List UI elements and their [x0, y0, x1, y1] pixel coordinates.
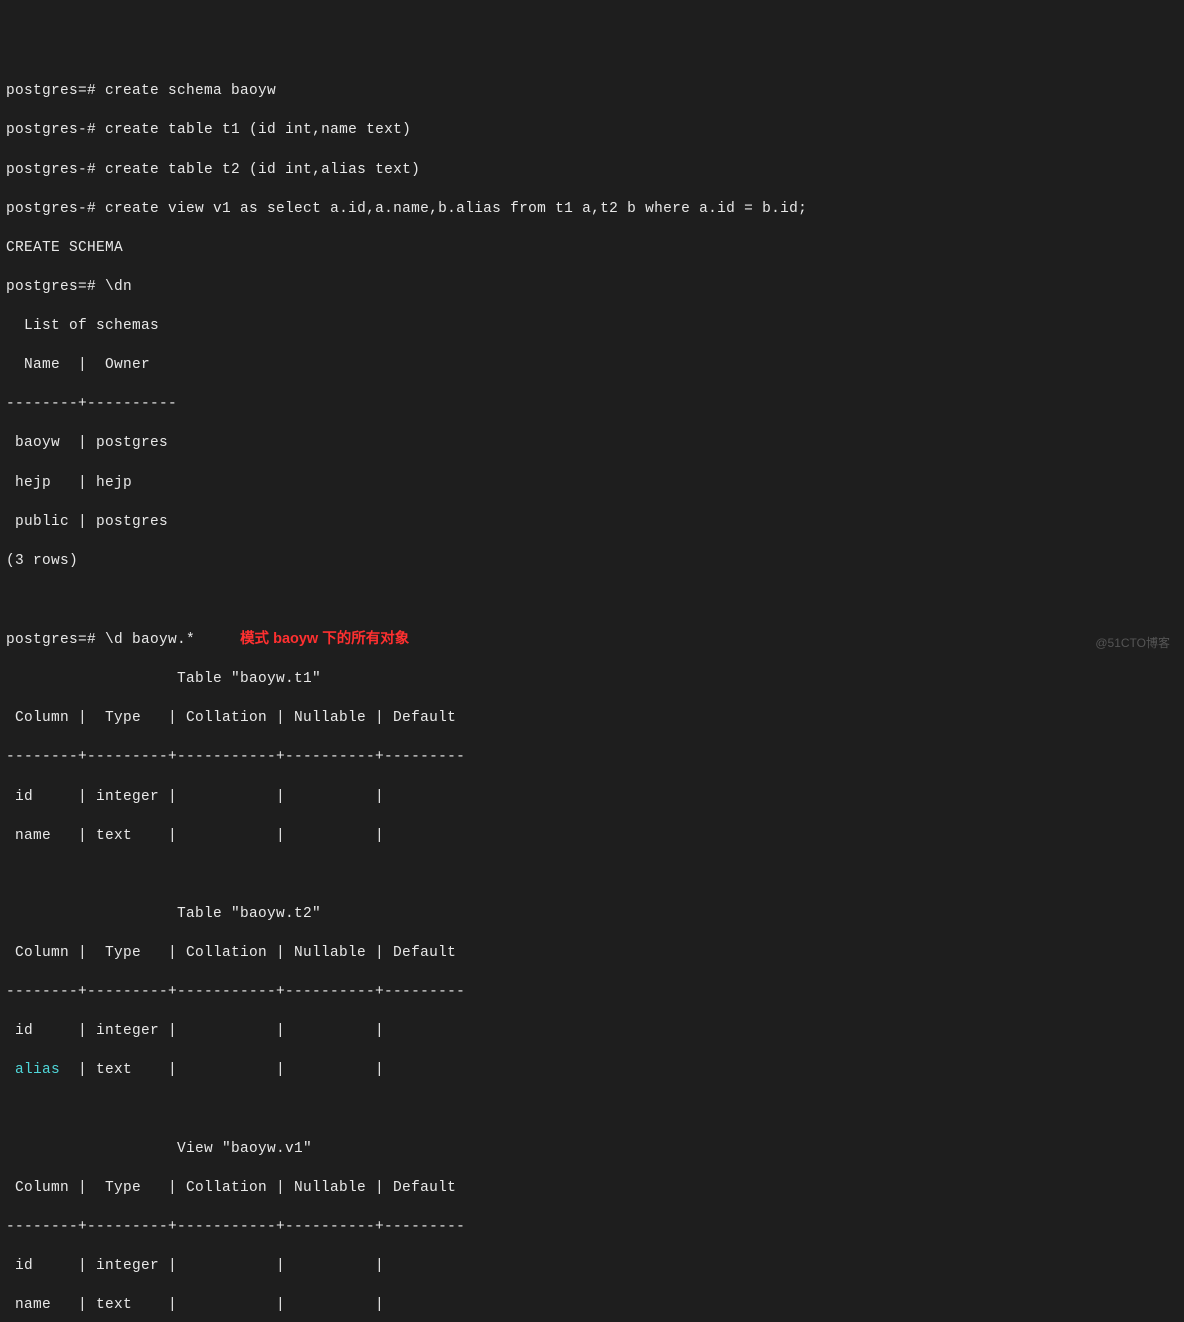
table-row: id | integer | | |	[6, 1022, 1178, 1042]
terminal-line: postgres-# create table t2 (id int,alias…	[6, 161, 1178, 181]
table-row: id | integer | | |	[6, 1257, 1178, 1277]
output-separator: --------+---------+-----------+---------…	[6, 748, 1178, 768]
output-header: Column | Type | Collation | Nullable | D…	[6, 1179, 1178, 1199]
prompt: postgres-#	[6, 162, 96, 178]
output-line: CREATE SCHEMA	[6, 239, 1178, 259]
row-count: (3 rows)	[6, 552, 1178, 572]
terminal-line: postgres-# create view v1 as select a.id…	[6, 200, 1178, 220]
blank-line	[6, 1101, 1178, 1121]
terminal-line: postgres=# \d baoyw.* 模式 baoyw 下的所有对象	[6, 630, 1178, 651]
terminal-line: postgres=# \dn	[6, 278, 1178, 298]
output-header: Column | Type | Collation | Nullable | D…	[6, 709, 1178, 729]
annotation-label: 模式 baoyw 下的所有对象	[240, 631, 409, 647]
output-separator: --------+---------+-----------+---------…	[6, 1218, 1178, 1238]
prompt: postgres=#	[6, 279, 96, 295]
sql-command: create view v1 as select a.id,a.name,b.a…	[105, 201, 807, 217]
table-row: name | text | | |	[6, 1296, 1178, 1316]
table-row: hejp | hejp	[6, 474, 1178, 494]
table-row: name | text | | |	[6, 827, 1178, 847]
output-title: Table "baoyw.t1"	[6, 670, 1178, 690]
prompt: postgres-#	[6, 122, 96, 138]
prompt: postgres=#	[6, 83, 96, 99]
column-name: alias	[6, 1062, 78, 1078]
output-separator: --------+---------+-----------+---------…	[6, 983, 1178, 1003]
output-separator: --------+----------	[6, 395, 1178, 415]
terminal-line: postgres=# create schema baoyw	[6, 82, 1178, 102]
table-row: baoyw | postgres	[6, 434, 1178, 454]
table-row: public | postgres	[6, 513, 1178, 533]
watermark: @51CTO博客	[1095, 635, 1170, 651]
sql-command: create table t2 (id int,alias text)	[105, 162, 420, 178]
psql-command: \d baoyw.*	[105, 632, 195, 648]
table-row: alias | text | | |	[6, 1061, 1178, 1081]
prompt: postgres-#	[6, 201, 96, 217]
output-title: Table "baoyw.t2"	[6, 905, 1178, 925]
prompt: postgres=#	[6, 632, 96, 648]
psql-command: \dn	[105, 279, 132, 295]
output-header: Column | Type | Collation | Nullable | D…	[6, 944, 1178, 964]
sql-command: create table t1 (id int,name text)	[105, 122, 411, 138]
table-row: id | integer | | |	[6, 788, 1178, 808]
blank-line	[6, 866, 1178, 886]
output-title: View "baoyw.v1"	[6, 1140, 1178, 1160]
blank-line	[6, 591, 1178, 611]
output-title: List of schemas	[6, 317, 1178, 337]
output-header: Name | Owner	[6, 356, 1178, 376]
sql-command: create schema baoyw	[105, 83, 276, 99]
terminal-line: postgres-# create table t1 (id int,name …	[6, 121, 1178, 141]
